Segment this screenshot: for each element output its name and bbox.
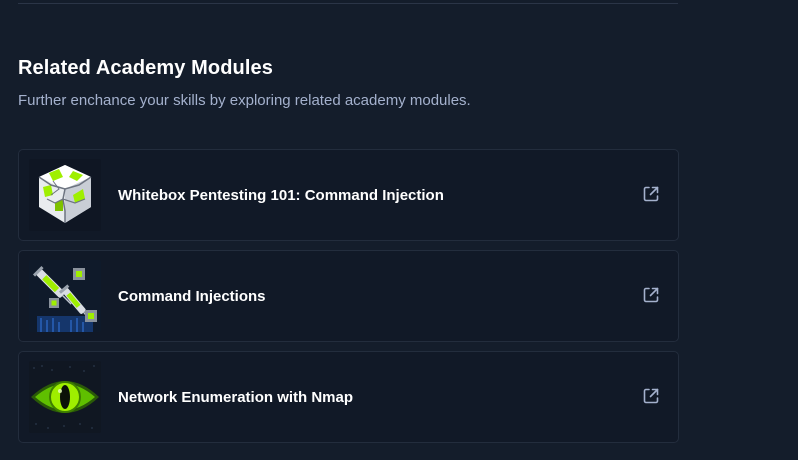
syringes-cubes-thumbnail (29, 260, 101, 332)
module-card-whitebox-command-injection[interactable]: Whitebox Pentesting 101: Command Injecti… (18, 149, 679, 241)
divider (18, 3, 678, 4)
module-card-command-injections[interactable]: Command Injections (18, 250, 679, 342)
external-link-icon[interactable] (642, 286, 660, 304)
external-link-icon[interactable] (642, 387, 660, 405)
module-title: Command Injections (118, 287, 266, 305)
external-link-icon[interactable] (642, 185, 660, 203)
cracked-cube-thumbnail (29, 159, 101, 231)
module-title: Network Enumeration with Nmap (118, 388, 354, 406)
module-title: Whitebox Pentesting 101: Command Injecti… (118, 186, 444, 204)
related-modules-section: Related Academy Modules Further enchance… (0, 0, 798, 460)
green-eye-thumbnail (29, 361, 101, 433)
section-subtitle: Further enchance your skills by explorin… (18, 92, 471, 109)
section-title: Related Academy Modules (18, 57, 273, 79)
module-list: Whitebox Pentesting 101: Command Injecti… (18, 149, 679, 452)
module-card-network-enumeration-nmap[interactable]: Network Enumeration with Nmap (18, 351, 679, 443)
